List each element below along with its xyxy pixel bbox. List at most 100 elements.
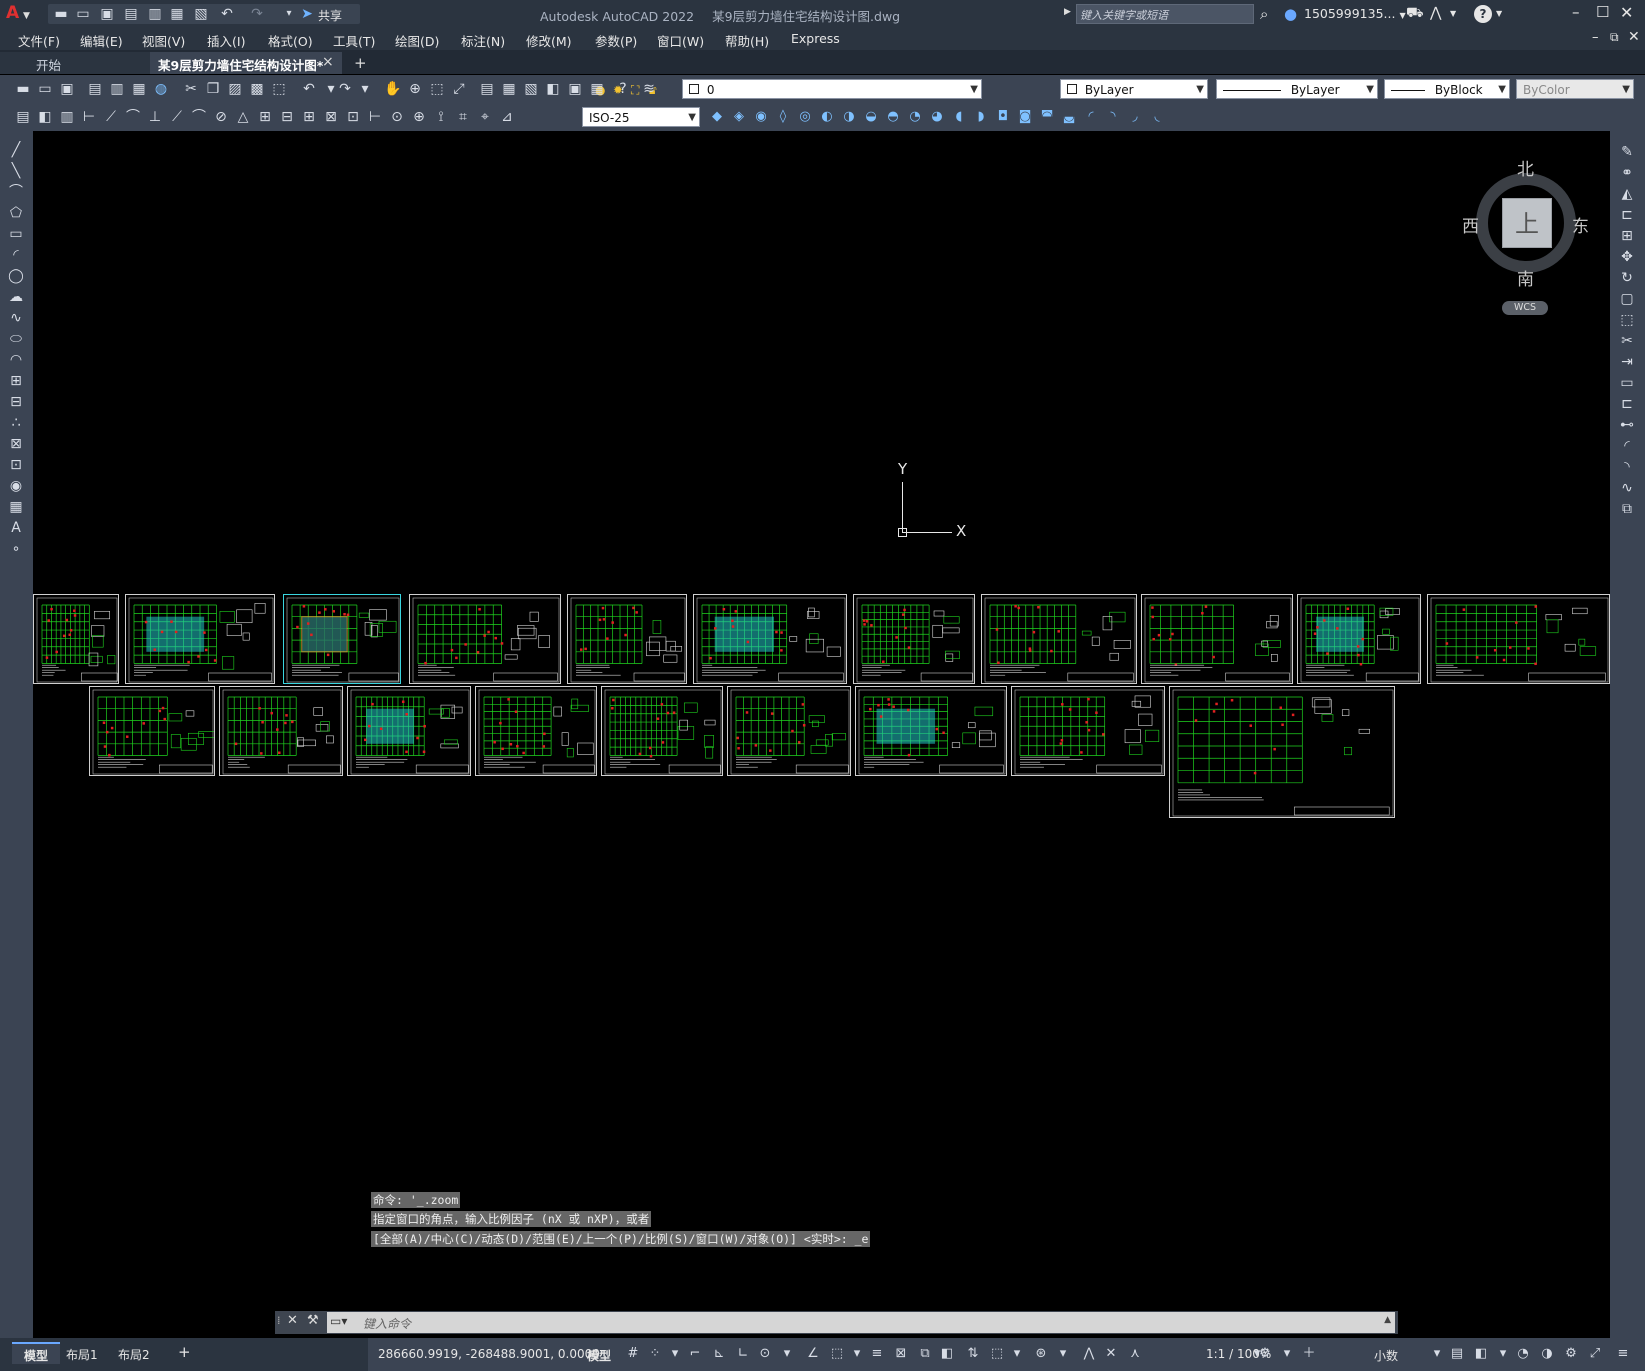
save-icon[interactable]: ▣	[98, 5, 116, 23]
draw-tool-icon-6[interactable]: ◜	[7, 246, 25, 264]
drawing-sheet[interactable]	[347, 686, 471, 776]
dim-tool-icon-8[interactable]: ⟋	[168, 108, 186, 126]
dim-tool-icon-22[interactable]: ⌖	[476, 108, 494, 126]
new-icon[interactable]: ▬	[14, 80, 32, 98]
draw-tool-icon-11[interactable]: ◠	[7, 351, 25, 369]
color-dropdown[interactable]: ByLayer ▼	[1060, 79, 1208, 99]
modify-tool-icon-5[interactable]: ⊞	[1618, 227, 1636, 245]
style-tool-icon-20[interactable]: ◞	[1126, 108, 1144, 126]
tab-close-icon[interactable]: ×	[322, 54, 334, 70]
open-icon[interactable]: ▭	[36, 80, 54, 98]
3d-print-icon[interactable]: ◍	[152, 80, 170, 98]
layout-tab-model[interactable]: 模型	[12, 1342, 60, 1364]
menu-help[interactable]: 帮助(H)	[725, 31, 769, 50]
draw-tool-icon-9[interactable]: ∿	[7, 309, 25, 327]
status-toggle-icon-5[interactable]: ⊾	[710, 1345, 728, 1363]
status-toggle-icon-2[interactable]: ⁘	[646, 1345, 664, 1363]
draw-tool-icon-13[interactable]: ⊟	[7, 393, 25, 411]
linetype-dropdown[interactable]: ByLayer ▼	[1216, 79, 1378, 99]
draw-tool-icon-15[interactable]: ⊠	[7, 435, 25, 453]
share-icon[interactable]: ➤	[298, 5, 316, 23]
modify-tool-icon-8[interactable]: ▢	[1618, 290, 1636, 308]
drawing-sheet[interactable]	[567, 594, 687, 684]
style-tool-icon-19[interactable]: ◝	[1104, 108, 1122, 126]
block-editor-icon[interactable]: ⬚	[270, 80, 288, 98]
model-space-button[interactable]: 模型	[587, 1347, 611, 1364]
modify-tool-icon-7[interactable]: ↻	[1618, 269, 1636, 287]
draw-tool-icon-5[interactable]: ▭	[7, 225, 25, 243]
save-icon[interactable]: ▣	[58, 80, 76, 98]
style-tool-icon-14[interactable]: ◘	[994, 108, 1012, 126]
coordinates-readout[interactable]: 286660.9919, -268488.9001, 0.0000	[378, 1347, 600, 1361]
draw-tool-icon-14[interactable]: ∴	[7, 414, 25, 432]
zoom-previous-icon[interactable]: ⤢	[450, 80, 468, 98]
menu-dimension[interactable]: 标注(N)	[461, 31, 505, 50]
modify-tool-icon-12[interactable]: ▭	[1618, 374, 1636, 392]
status-toggle-icon-25[interactable]: ⚙	[1256, 1345, 1274, 1363]
markup-icon[interactable]: ▣	[566, 80, 584, 98]
dim-tool-icon-1[interactable]: ▤	[14, 108, 32, 126]
menu-view[interactable]: 视图(V)	[142, 31, 185, 50]
layer-properties-icon[interactable]: ≋	[640, 80, 658, 98]
close-icon[interactable]: ✕	[1620, 3, 1633, 22]
command-input[interactable]: ▭▾ 键入命令 ▲	[327, 1312, 1395, 1333]
status-toggle-icon-8[interactable]: ▾	[778, 1345, 796, 1363]
modify-tool-icon-2[interactable]: ⚭	[1618, 164, 1636, 182]
drawing-sheet[interactable]	[855, 686, 1007, 776]
style-tool-icon-6[interactable]: ◐	[818, 108, 836, 126]
tab-start[interactable]: 开始	[0, 52, 150, 74]
new-file-icon[interactable]: ▬	[52, 5, 70, 23]
layout-tab-1[interactable]: 布局1	[66, 1346, 98, 1363]
draw-tool-icon-17[interactable]: ◉	[7, 477, 25, 495]
style-tool-icon-11[interactable]: ◕	[928, 108, 946, 126]
dim-tool-icon-2[interactable]: ◧	[36, 108, 54, 126]
status-toggle-icon-36[interactable]: ≡	[1614, 1345, 1632, 1363]
menu-draw[interactable]: 绘图(D)	[395, 31, 439, 50]
draw-tool-icon-4[interactable]: ⬠	[7, 204, 25, 222]
drawing-sheet[interactable]	[693, 594, 847, 684]
minimize-icon[interactable]: –	[1572, 3, 1580, 21]
status-toggle-icon-11[interactable]: ▾	[848, 1345, 866, 1363]
layer-dropdown[interactable]: ● ✹ ⛶ 🔓︎ 0 ▼	[595, 79, 982, 99]
modify-tool-icon-4[interactable]: ⊏	[1618, 206, 1636, 224]
chevron-down-icon[interactable]: ▼	[1496, 9, 1502, 18]
maximize-icon[interactable]: ☐	[1596, 3, 1609, 21]
status-toggle-icon-32[interactable]: ◔	[1514, 1345, 1532, 1363]
style-tool-icon-7[interactable]: ◑	[840, 108, 858, 126]
status-toggle-icon-26[interactable]: ▾	[1278, 1345, 1296, 1363]
pan-icon[interactable]: ✋	[384, 80, 402, 98]
lineweight-dropdown[interactable]: ByBlock ▼	[1384, 79, 1510, 99]
status-toggle-icon-3[interactable]: ▾	[666, 1345, 684, 1363]
menu-file[interactable]: 文件(F)	[18, 31, 60, 50]
draw-tool-icon-3[interactable]: ⌒	[7, 183, 25, 201]
drawing-sheet[interactable]	[1141, 594, 1293, 684]
drawing-sheet[interactable]	[409, 594, 561, 684]
style-tool-icon-5[interactable]: ◎	[796, 108, 814, 126]
draw-tool-icon-18[interactable]: ▦	[7, 498, 25, 516]
status-toggle-icon-17[interactable]: ⬚	[988, 1345, 1006, 1363]
dim-tool-icon-10[interactable]: ⊘	[212, 108, 230, 126]
zoom-window-icon[interactable]: ⬚	[428, 80, 446, 98]
undo-icon[interactable]: ↶	[300, 80, 318, 98]
cart-icon[interactable]: ⛟	[1406, 5, 1424, 23]
tool-palettes-icon[interactable]: ▧	[522, 80, 540, 98]
draw-tool-icon-20[interactable]: ∘	[7, 540, 25, 558]
tab-drawing[interactable]: 某9层剪力墙住宅结构设计图* ×	[150, 52, 342, 74]
doc-close-icon[interactable]: ✕	[1628, 29, 1640, 45]
drawing-sheet[interactable]	[727, 686, 851, 776]
undo-icon[interactable]: ↶	[218, 5, 236, 23]
status-toggle-icon-19[interactable]: ⊛	[1032, 1345, 1050, 1363]
copy-icon[interactable]: ❐	[204, 80, 222, 98]
drawing-sheet[interactable]	[219, 686, 343, 776]
open-file-icon[interactable]: ▭	[74, 5, 92, 23]
style-tool-icon-9[interactable]: ◓	[884, 108, 902, 126]
status-toggle-icon-23[interactable]: ⋏	[1126, 1345, 1144, 1363]
drawing-sheet[interactable]	[1297, 594, 1421, 684]
redo-list-icon[interactable]: ▾	[356, 80, 374, 98]
drawing-sheet[interactable]	[89, 686, 215, 776]
style-tool-icon-13[interactable]: ◗	[972, 108, 990, 126]
save-as-icon[interactable]: ▤	[122, 5, 140, 23]
style-tool-icon-10[interactable]: ◔	[906, 108, 924, 126]
status-toggle-icon-31[interactable]: ▾	[1494, 1345, 1512, 1363]
dim-tool-icon-11[interactable]: △	[234, 108, 252, 126]
